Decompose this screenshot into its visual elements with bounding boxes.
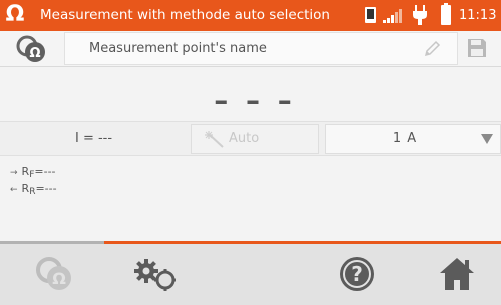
measurement-point-row: Ω Measurement point's name bbox=[0, 31, 501, 67]
omega-icon: Ω bbox=[5, 2, 25, 27]
help-button[interactable]: ? bbox=[330, 244, 390, 305]
status-bar: Ω Measurement with methode auto selectio… bbox=[0, 0, 501, 31]
current-readout: I = --- bbox=[75, 131, 113, 146]
forward-resistance-line: → RF=--- bbox=[10, 165, 56, 180]
current-range-value: 1 A bbox=[392, 131, 418, 146]
arrow-left-icon: ← bbox=[10, 185, 18, 195]
settings-gears-icon bbox=[134, 259, 176, 291]
main-result-value: – – – bbox=[214, 84, 296, 117]
name-placeholder: Measurement point's name bbox=[89, 41, 267, 56]
dropdown-arrow-icon bbox=[481, 134, 493, 144]
measurement-icon: Ω bbox=[36, 257, 71, 290]
magic-wand-icon bbox=[205, 131, 224, 148]
reverse-resistance-line: ← RR=--- bbox=[10, 182, 57, 197]
reverse-resistance-value: =--- bbox=[35, 182, 57, 195]
measurement-point-name-field[interactable]: Measurement point's name bbox=[64, 32, 458, 65]
forward-resistance-value: =--- bbox=[34, 165, 56, 178]
svg-text:Ω: Ω bbox=[52, 269, 66, 288]
home-icon bbox=[440, 258, 474, 290]
sd-card-icon bbox=[365, 7, 376, 23]
current-range-select[interactable]: 1 A bbox=[325, 124, 501, 154]
auto-mode-button[interactable]: Auto bbox=[191, 124, 319, 154]
svg-text:?: ? bbox=[351, 262, 363, 286]
pencil-icon[interactable] bbox=[422, 39, 442, 59]
help-icon: ? bbox=[340, 257, 374, 291]
arrow-right-icon: → bbox=[10, 168, 18, 178]
save-icon[interactable] bbox=[467, 38, 487, 58]
clock: 11:13 bbox=[459, 8, 497, 23]
result-area: – – – bbox=[0, 67, 501, 121]
plug-icon bbox=[413, 5, 427, 25]
measurement-tab-button[interactable]: Ω bbox=[22, 244, 82, 305]
auto-mode-label: Auto bbox=[229, 131, 260, 146]
sub-results: → RF=--- ← RR=--- bbox=[0, 157, 501, 241]
bottom-toolbar: Ω ? bbox=[0, 241, 501, 305]
window-title: Measurement with methode auto selection bbox=[40, 7, 330, 23]
battery-icon bbox=[441, 3, 451, 25]
parameter-row: I = --- Auto 1 A bbox=[0, 121, 501, 156]
measurement-icon[interactable]: Ω bbox=[14, 35, 48, 63]
svg-text:Ω: Ω bbox=[29, 46, 40, 61]
home-button[interactable] bbox=[430, 244, 490, 305]
settings-button[interactable] bbox=[122, 244, 192, 305]
signal-icon bbox=[383, 9, 402, 23]
